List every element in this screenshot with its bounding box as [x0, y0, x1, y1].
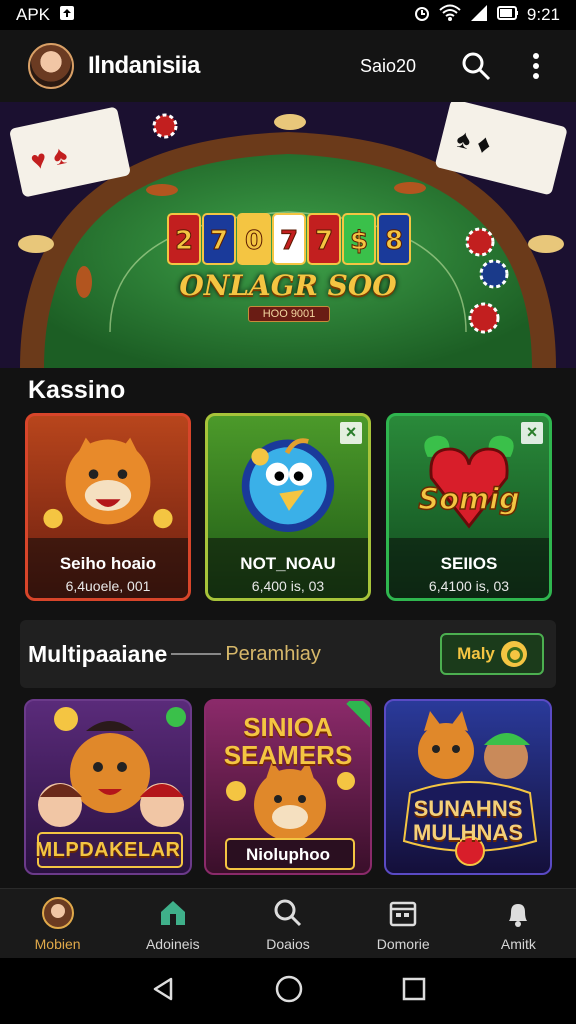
app-bar: Ilndanisiia Saio20 — [0, 30, 576, 102]
game-card[interactable]: Seiho hoaio 6,4uoele, 001 — [25, 413, 191, 601]
nav-label: Adoineis — [145, 935, 200, 952]
multiplayer-game-card[interactable]: SINIOA SEAMERS Nioluphoo — [204, 699, 372, 875]
poker-table-illustration: ♥ ♠ ♠ ♦ 2 7 0 7 7 $8 — [0, 102, 576, 368]
more-button-label: Maly — [457, 644, 495, 663]
hero-subtitle: HOO 9001 — [248, 306, 330, 322]
nav-label: Doaios — [266, 935, 310, 952]
signal-icon — [469, 4, 489, 27]
game-art-text: Somig — [418, 482, 519, 516]
multiplayer-title: Multipaaiane — [28, 640, 168, 667]
wifi-icon — [439, 4, 461, 27]
battery-icon — [496, 4, 519, 27]
divider — [171, 653, 222, 655]
game-title: SEIIOS — [440, 554, 498, 573]
game-meta: 6,4uoele, 001 — [65, 578, 151, 594]
slot-reel-symbol: 0 — [245, 226, 263, 256]
game-title: Seiho hoaio — [59, 554, 157, 573]
more-vert-icon — [533, 53, 539, 79]
balance-label[interactable]: Saio20 — [360, 56, 416, 77]
bell-icon — [501, 896, 535, 930]
multiplayer-game-title: MLPDAKELAR — [35, 839, 181, 861]
search-button[interactable] — [456, 46, 496, 86]
hero-banner[interactable]: ♥ ♠ ♠ ♦ 2 7 0 7 7 $8 ONLAGR SOO HOO 9001 — [0, 102, 576, 368]
section-title-kassino: Kassino — [28, 376, 126, 404]
magnifier-icon — [500, 641, 527, 667]
slot-reel-symbol: 2 — [175, 226, 193, 256]
game-card[interactable]: × NOT_NOAU 6,400 is, 03 — [205, 413, 371, 601]
upload-icon — [58, 4, 76, 27]
game-title: NOT_NOAU — [240, 554, 336, 573]
nav-label: Mobien — [34, 935, 81, 952]
search-icon — [271, 896, 305, 930]
close-icon[interactable]: × — [340, 422, 362, 444]
slot-reel-symbol: $ — [350, 226, 368, 256]
recents-icon[interactable] — [401, 976, 427, 1007]
alarm-icon — [413, 4, 431, 27]
search-icon — [462, 52, 491, 81]
calendar-icon — [386, 896, 420, 930]
status-app-label: APK — [16, 5, 51, 24]
system-navigation-bar — [0, 958, 576, 1024]
multiplayer-game-card[interactable]: SUNAHNS MULHNAS — [384, 699, 552, 875]
home-circle-icon[interactable] — [274, 974, 304, 1009]
app-title: Ilndanisiia — [88, 52, 200, 79]
multiplayer-game-title: Nioluphoo — [245, 845, 331, 864]
multiplayer-game-card[interactable]: MLPDAKELAR — [24, 699, 192, 875]
tiger-icon — [43, 437, 173, 529]
slot-reel-symbol: 8 — [385, 226, 403, 256]
slot-reel-symbol: 7 — [315, 226, 333, 256]
more-options-button[interactable] — [516, 46, 556, 86]
back-icon[interactable] — [149, 975, 177, 1008]
more-button[interactable]: Maly — [440, 633, 544, 675]
nav-label: Amitk — [500, 935, 536, 952]
slot-reel-symbol: 7 — [280, 226, 298, 256]
nav-item-domorie[interactable]: Domorie — [346, 889, 461, 958]
game-meta: 6,4100 is, 03 — [428, 578, 510, 594]
status-time: 9:21 — [526, 5, 560, 24]
avatar[interactable] — [28, 43, 74, 89]
status-bar: APK 9:21 — [0, 0, 576, 30]
game-meta: 6,400 is, 03 — [251, 578, 325, 594]
bottom-navigation: Mobien Adoineis Doaios Domorie Amitk — [0, 888, 576, 958]
profile-icon — [41, 896, 75, 930]
multiplayer-game-banner-text: SINIOA SEAMERS — [223, 712, 353, 770]
fox-characters-icon — [402, 711, 538, 866]
game-card[interactable]: Somig × SEIIOS 6,4100 is, 03 — [386, 413, 552, 601]
nav-item-adoineis[interactable]: Adoineis — [115, 889, 230, 958]
nav-item-doaios[interactable]: Doaios — [230, 889, 345, 958]
hero-title: ONLAGR SOO — [179, 269, 397, 302]
home-icon — [156, 896, 190, 930]
multiplayer-game-title: SUNAHNS MULHNAS — [413, 796, 523, 845]
multiplayer-header: Multipaaiane Peramhiay Maly — [20, 620, 556, 688]
slot-reel-symbol: 7 — [210, 226, 228, 256]
nav-item-amitk[interactable]: Amitk — [461, 889, 576, 958]
close-icon[interactable]: × — [521, 422, 543, 444]
multiplayer-subtitle: Peramhiay — [225, 642, 321, 665]
nav-item-mobien[interactable]: Mobien — [0, 889, 115, 958]
nav-label: Domorie — [376, 935, 430, 952]
